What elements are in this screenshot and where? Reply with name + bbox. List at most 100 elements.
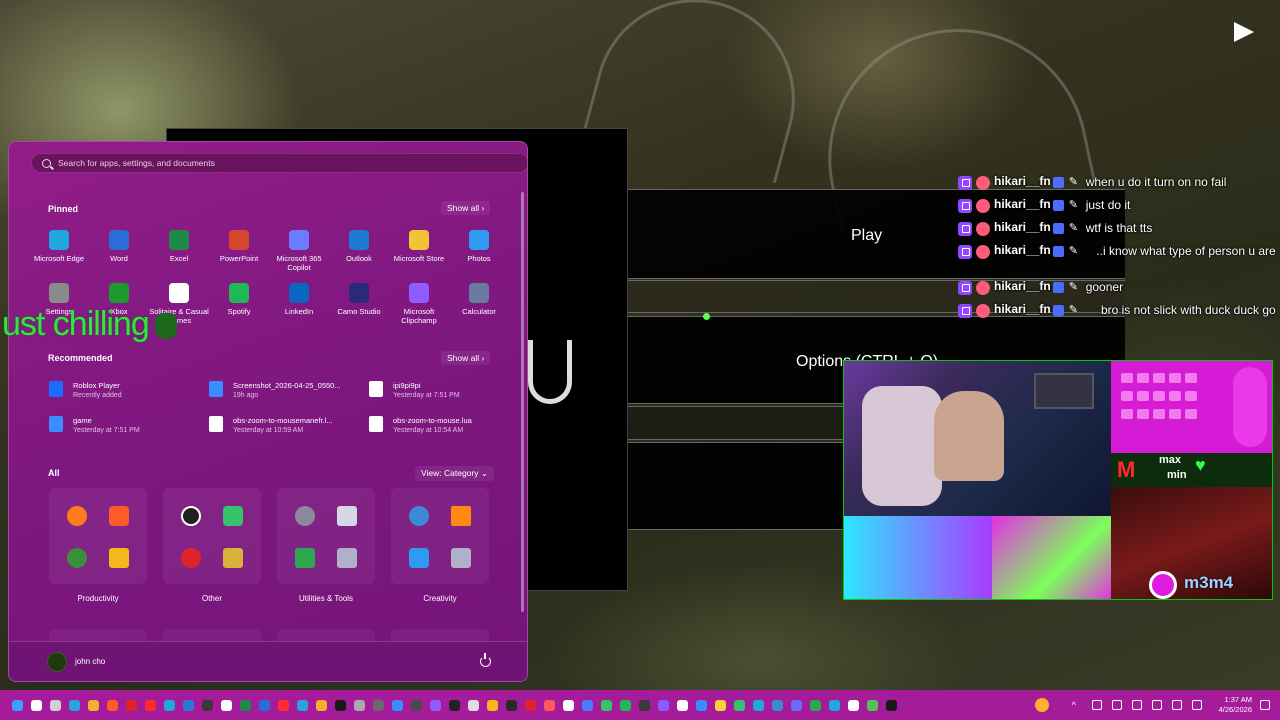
category-folder-partial[interactable] bbox=[163, 629, 261, 641]
clock[interactable]: 1:37 AM 4/26/2026 bbox=[1219, 695, 1252, 715]
taskbar-app-icon[interactable] bbox=[715, 699, 726, 711]
store-icon bbox=[409, 230, 429, 250]
pinned-app[interactable]: Calculator bbox=[446, 283, 512, 316]
recommended-item[interactable]: game Yesterday at 7:51 PM bbox=[49, 416, 140, 434]
photos-icon bbox=[409, 548, 429, 568]
taskbar-app-icon[interactable] bbox=[601, 699, 612, 711]
taskbar-app-icon[interactable] bbox=[240, 699, 251, 711]
pinned-app[interactable]: Microsoft Edge bbox=[26, 230, 92, 263]
category-folder-partial[interactable] bbox=[49, 629, 147, 641]
taskbar-app-icon[interactable] bbox=[183, 699, 194, 711]
play-icon[interactable] bbox=[1234, 22, 1254, 42]
cloud-icon[interactable] bbox=[1091, 700, 1102, 710]
chevron-up-icon[interactable]: ^ bbox=[1072, 700, 1082, 710]
pinned-app[interactable]: Microsoft Store bbox=[386, 230, 452, 263]
taskbar-app-icon[interactable] bbox=[373, 699, 384, 711]
taskbar-app-icon[interactable] bbox=[487, 699, 498, 711]
windows-start-icon[interactable] bbox=[12, 699, 23, 711]
pinned-app[interactable]: Camo Studio bbox=[326, 283, 392, 316]
task-view-icon[interactable] bbox=[50, 699, 61, 711]
taskbar-app-icon[interactable] bbox=[468, 699, 479, 711]
app-icon[interactable] bbox=[145, 699, 156, 711]
recommended-show-all-button[interactable]: Show all › bbox=[441, 351, 491, 365]
taskbar-app-icon[interactable] bbox=[297, 699, 308, 711]
taskbar-app-icon[interactable] bbox=[411, 699, 422, 711]
taskbar-app-icon[interactable] bbox=[829, 699, 840, 711]
avatar bbox=[976, 222, 990, 236]
user-avatar[interactable] bbox=[47, 652, 67, 672]
taskbar-app-icon[interactable] bbox=[259, 699, 270, 711]
taskbar-app-icon[interactable] bbox=[430, 699, 441, 711]
wifi-icon[interactable] bbox=[1171, 700, 1182, 710]
recommended-item[interactable]: obs-zoom-to-mousemanefr.l... Yesterday at… bbox=[209, 416, 333, 434]
pinned-app[interactable]: Excel bbox=[146, 230, 212, 263]
pinned-app[interactable]: Microsoft 365 Copilot bbox=[266, 230, 332, 272]
scrollbar[interactable] bbox=[521, 192, 524, 612]
taskbar-app-icon[interactable] bbox=[164, 699, 175, 711]
taskbar-app-icon[interactable] bbox=[278, 699, 289, 711]
mic-icon[interactable] bbox=[1131, 700, 1142, 710]
category-folder-partial[interactable] bbox=[391, 629, 489, 641]
taskbar-app-icon[interactable] bbox=[392, 699, 403, 711]
taskbar-app-icon[interactable] bbox=[791, 699, 802, 711]
file-explorer-icon[interactable] bbox=[88, 699, 99, 711]
category-folder-other[interactable] bbox=[163, 488, 261, 584]
taskbar-app-icon[interactable] bbox=[221, 699, 232, 711]
recommended-item[interactable]: obs-zoom-to-mouse.lua Yesterday at 10:54 … bbox=[369, 416, 472, 434]
taskbar-app-icon[interactable] bbox=[563, 699, 574, 711]
search-icon[interactable] bbox=[31, 699, 42, 711]
view-category-button[interactable]: View: Category ⌄ bbox=[415, 466, 494, 481]
menu-bar-empty[interactable] bbox=[628, 442, 843, 530]
taskbar-app-icon[interactable] bbox=[316, 699, 327, 711]
taskbar-app-icon[interactable] bbox=[354, 699, 365, 711]
bluetooth-icon[interactable] bbox=[1111, 700, 1122, 710]
taskbar-app-icon[interactable] bbox=[506, 699, 517, 711]
opera-icon[interactable] bbox=[126, 699, 137, 711]
firefox-icon[interactable] bbox=[107, 699, 118, 711]
recommended-time: Yesterday at 7:51 PM bbox=[393, 392, 460, 399]
category-folder-productivity[interactable] bbox=[49, 488, 147, 584]
taskbar-app-icon[interactable] bbox=[202, 699, 213, 711]
taskbar-app-icon[interactable] bbox=[620, 699, 631, 711]
pinned-app[interactable]: PowerPoint bbox=[206, 230, 272, 263]
edge-icon[interactable] bbox=[69, 699, 80, 711]
category-folder-utilities[interactable] bbox=[277, 488, 375, 584]
sub-badge-icon bbox=[1052, 200, 1064, 211]
taskbar-app-icon[interactable] bbox=[335, 699, 346, 711]
pinned-app[interactable]: LinkedIn bbox=[266, 283, 332, 316]
pinned-app[interactable]: Word bbox=[86, 230, 152, 263]
category-folder-creativity[interactable] bbox=[391, 488, 489, 584]
taskbar-app-icon[interactable] bbox=[525, 699, 536, 711]
taskbar-app-icon[interactable] bbox=[810, 699, 821, 711]
pinned-app[interactable]: Photos bbox=[446, 230, 512, 263]
pinned-show-all-button[interactable]: Show all › bbox=[441, 201, 491, 215]
taskbar-app-icon[interactable] bbox=[848, 699, 859, 711]
chat-icon[interactable] bbox=[1151, 700, 1162, 710]
pinned-app[interactable]: Outlook bbox=[326, 230, 392, 263]
taskbar-app-icon[interactable] bbox=[658, 699, 669, 711]
taskbar-app-icon[interactable] bbox=[753, 699, 764, 711]
recommended-item[interactable]: ipi9pi9pi Yesterday at 7:51 PM bbox=[369, 381, 460, 399]
taskbar-app-icon[interactable] bbox=[639, 699, 650, 711]
category-folder-partial[interactable] bbox=[277, 629, 375, 641]
notification-icon[interactable] bbox=[1260, 700, 1270, 710]
search-box[interactable]: Search for apps, settings, and documents bbox=[31, 153, 527, 173]
taskbar-app-icon[interactable] bbox=[544, 699, 555, 711]
user-name[interactable]: john cho bbox=[75, 657, 105, 666]
pinned-app[interactable]: Microsoft Clipchamp bbox=[386, 283, 452, 325]
taskbar-app-icon[interactable] bbox=[867, 699, 878, 711]
taskbar-app-icon[interactable] bbox=[696, 699, 707, 711]
volume-icon[interactable] bbox=[1191, 700, 1202, 710]
weather-icon[interactable] bbox=[1034, 698, 1049, 712]
recommended-item[interactable]: Screenshot_2026-04-25_0550... 19h ago bbox=[209, 381, 341, 399]
taskbar-app-icon[interactable] bbox=[772, 699, 783, 711]
recommended-item[interactable]: Roblox Player Recently added bbox=[49, 381, 122, 399]
settings-icon bbox=[295, 506, 315, 526]
taskbar-app-icon[interactable] bbox=[886, 699, 897, 711]
taskbar-app-icon[interactable] bbox=[582, 699, 593, 711]
taskbar-app-icon[interactable] bbox=[734, 699, 745, 711]
taskbar-app-icon[interactable] bbox=[449, 699, 460, 711]
power-icon[interactable] bbox=[480, 653, 491, 667]
pinned-app[interactable]: Spotify bbox=[206, 283, 272, 316]
taskbar-app-icon[interactable] bbox=[677, 699, 688, 711]
